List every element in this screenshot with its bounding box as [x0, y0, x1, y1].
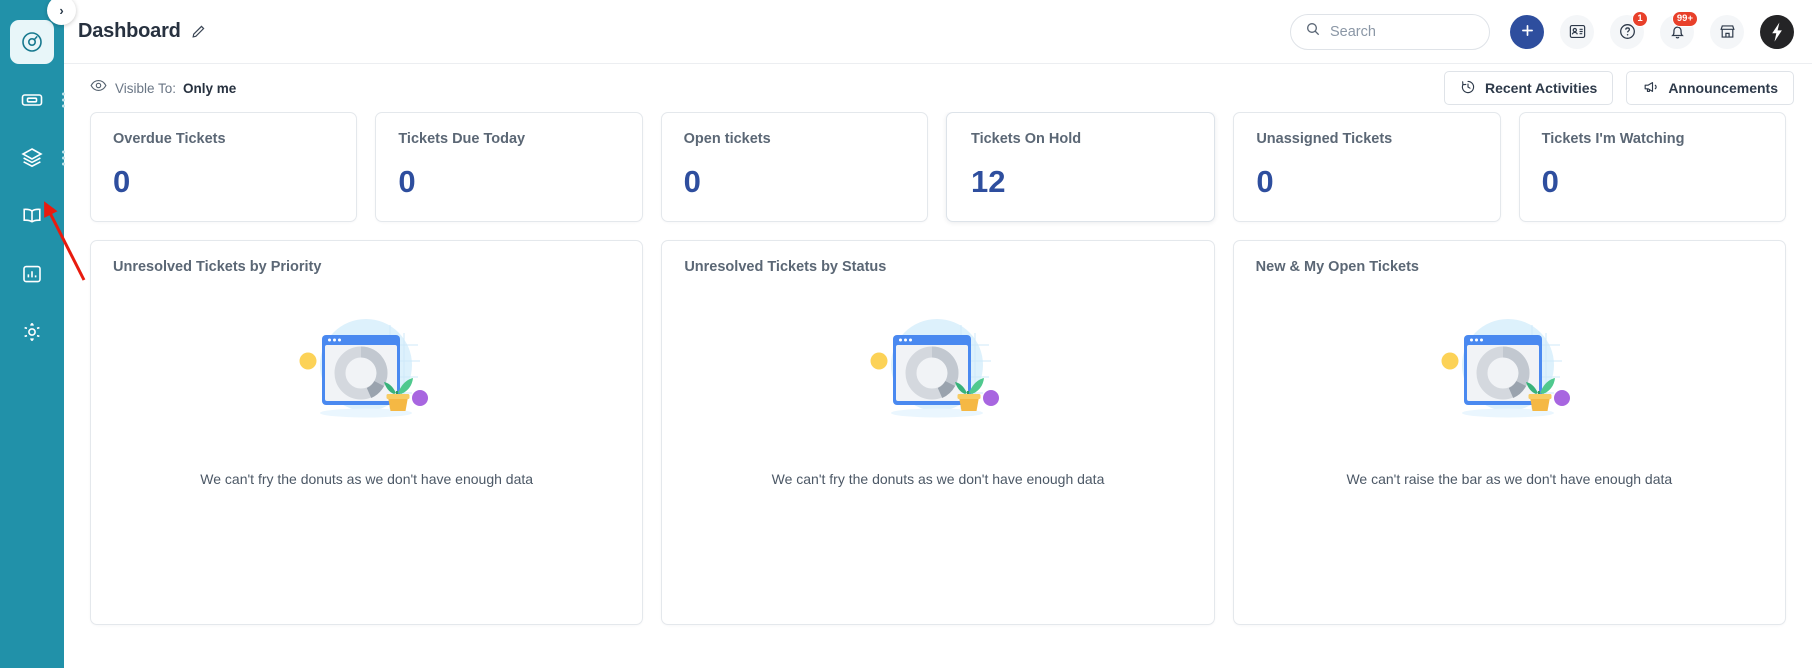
page-title: Dashboard — [78, 20, 181, 42]
help-icon[interactable]: 1 — [1610, 10, 1648, 49]
sidebar-item-solutions[interactable] — [10, 136, 65, 180]
kpi-title: Overdue Tickets — [113, 131, 226, 147]
search-input[interactable] — [1330, 23, 1475, 40]
empty-message: We can't fry the donuts as we don't have… — [771, 471, 1105, 487]
kpi-card-unassigned-tickets[interactable]: Unassigned Tickets 0 — [1233, 112, 1501, 222]
chart-title: Unresolved Tickets by Priority — [113, 259, 322, 275]
visibility-bar: Visible To: Only me Recent Activities An… — [64, 64, 1812, 112]
pencil-icon[interactable] — [190, 23, 207, 40]
megaphone-icon — [1642, 79, 1659, 98]
announcements-button[interactable]: Announcements — [1626, 71, 1794, 105]
sidebar-tickets-menu-dots[interactable] — [62, 92, 65, 108]
chart-card-unresolved-by-status: Unresolved Tickets by Status We can't fr… — [661, 240, 1215, 625]
kpi-value: 0 — [398, 164, 416, 199]
gauge-icon — [20, 30, 44, 54]
announcements-label: Announcements — [1668, 80, 1778, 96]
kpi-card-tickets-due-today[interactable]: Tickets Due Today 0 — [375, 112, 643, 222]
app-root: › Dashboard Search 1 99+ Visible To: Onl… — [0, 0, 1812, 668]
kpi-title: Tickets Due Today — [398, 131, 526, 147]
layers-icon — [20, 146, 44, 170]
sidebar-item-tickets[interactable] — [10, 78, 65, 122]
notifications-badge: 99+ — [1671, 10, 1698, 27]
sidebar-item-admin[interactable] — [10, 310, 54, 354]
kpi-value: 0 — [113, 164, 131, 199]
chevron-right-icon: › — [59, 3, 64, 18]
main-area: Dashboard 1 — [64, 0, 1812, 668]
empty-state: We can't fry the donuts as we don't have… — [684, 275, 1191, 606]
search-box[interactable] — [1290, 13, 1490, 50]
help-badge: 1 — [1632, 10, 1648, 27]
empty-state: We can't fry the donuts as we don't have… — [113, 275, 620, 606]
top-header: Dashboard 1 — [64, 0, 1812, 64]
kpi-card-tickets-im-watching[interactable]: Tickets I'm Watching 0 — [1518, 112, 1786, 222]
gear-icon — [20, 320, 44, 344]
kpi-value: 0 — [1256, 164, 1274, 199]
marketplace-icon[interactable] — [1710, 14, 1744, 49]
chart-title: New & My Open Tickets — [1255, 259, 1419, 275]
kpi-title: Unassigned Tickets — [1256, 131, 1393, 147]
empty-message: We can't raise the bar as we don't have … — [1346, 471, 1673, 487]
recent-activities-label: Recent Activities — [1485, 80, 1598, 96]
empty-message: We can't fry the donuts as we don't have… — [200, 471, 534, 487]
add-new-button[interactable] — [1510, 14, 1544, 49]
eye-icon — [90, 79, 107, 97]
contacts-icon[interactable] — [1560, 14, 1594, 49]
plus-icon — [1519, 20, 1536, 44]
search-icon — [1305, 21, 1321, 42]
kpi-title: Open tickets — [683, 131, 771, 147]
empty-state: We can't raise the bar as we don't have … — [1256, 275, 1763, 606]
chart-card-unresolved-by-priority: Unresolved Tickets by Priority We can't … — [90, 240, 644, 625]
kpi-value: 0 — [1541, 164, 1559, 199]
history-icon — [1460, 79, 1476, 98]
empty-donut-illustration — [292, 309, 442, 427]
sidebar-item-dashboard[interactable] — [10, 20, 54, 64]
sidebar-solutions-menu-dots[interactable] — [62, 150, 65, 166]
kpi-value: 12 — [970, 164, 1006, 199]
visible-to-value[interactable]: Only me — [183, 81, 236, 96]
recent-activities-button[interactable]: Recent Activities — [1444, 71, 1614, 105]
dashboard-content: Overdue Tickets 0 Tickets Due Today 0 Op… — [64, 112, 1812, 668]
sidebar-item-knowledge-base[interactable] — [10, 194, 54, 238]
empty-donut-illustration — [1434, 309, 1584, 427]
bell-icon[interactable]: 99+ — [1660, 10, 1698, 49]
book-icon — [20, 204, 44, 228]
kpi-row: Overdue Tickets 0 Tickets Due Today 0 Op… — [90, 112, 1786, 222]
bar-chart-icon — [20, 262, 44, 286]
avatar[interactable] — [1760, 14, 1794, 49]
kpi-title: Tickets I'm Watching — [1541, 131, 1685, 147]
chart-row: Unresolved Tickets by Priority We can't … — [90, 240, 1786, 625]
kpi-title: Tickets On Hold — [970, 131, 1082, 147]
sidebar-item-reports[interactable] — [10, 252, 54, 296]
kpi-card-overdue-tickets[interactable]: Overdue Tickets 0 — [90, 112, 358, 222]
kpi-card-open-tickets[interactable]: Open tickets 0 — [660, 112, 928, 222]
empty-donut-illustration — [863, 309, 1013, 427]
main-sidebar: › — [0, 0, 76, 668]
ticket-icon — [20, 88, 44, 112]
kpi-value: 0 — [683, 164, 701, 199]
chart-title: Unresolved Tickets by Status — [684, 259, 887, 275]
kpi-card-tickets-on-hold[interactable]: Tickets On Hold 12 — [945, 112, 1216, 222]
visible-to-label: Visible To: — [115, 80, 177, 96]
chart-card-new-and-my-open-tickets: New & My Open Tickets We can't raise the… — [1232, 240, 1786, 625]
